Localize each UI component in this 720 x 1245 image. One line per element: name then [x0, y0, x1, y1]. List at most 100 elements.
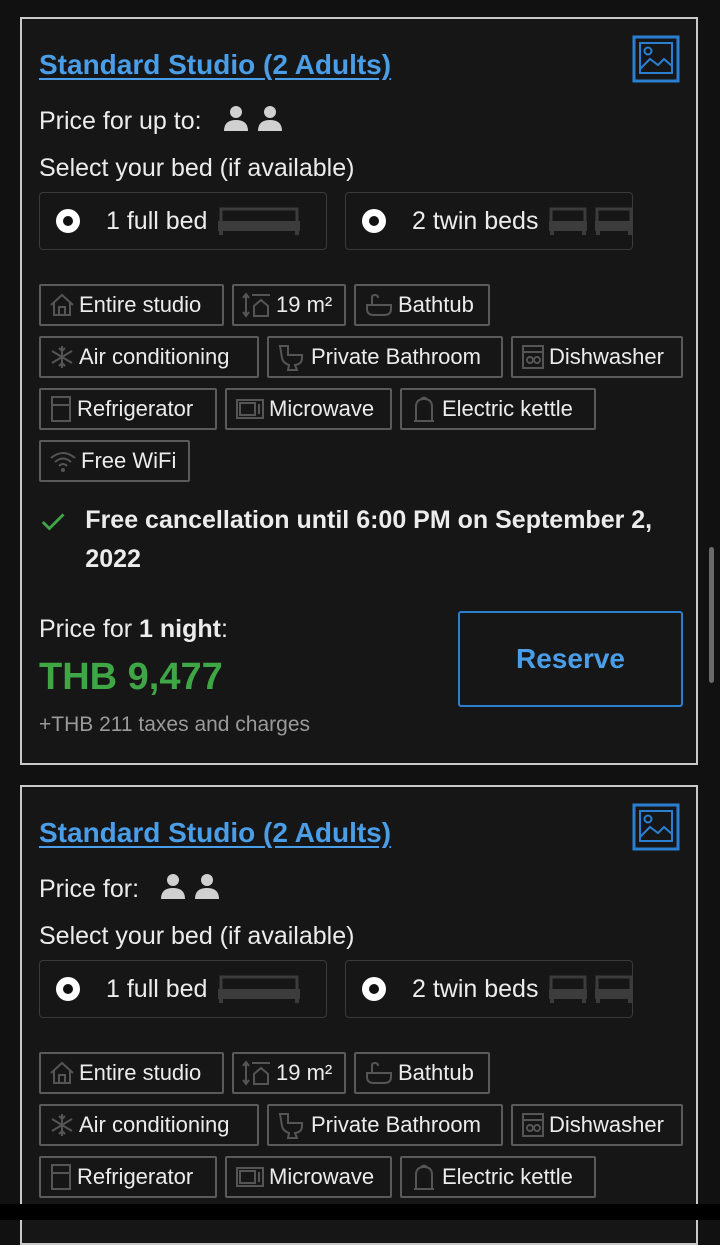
facility-chip: Electric kettle	[400, 1156, 596, 1198]
facility-label: Bathtub	[398, 1060, 474, 1085]
bed-option-full[interactable]: 1 full bed	[39, 960, 327, 1018]
facility-chip: Bathtub	[354, 284, 490, 326]
room-card: Standard Studio (2 Adults) Price for: Se…	[20, 785, 698, 1245]
facility-chip: Microwave	[225, 388, 392, 430]
select-bed-label: Select your bed (if available)	[39, 922, 355, 950]
radio-button[interactable]	[56, 977, 80, 1001]
person-icon	[257, 106, 282, 131]
snowflake-icon	[51, 1114, 73, 1136]
price-for-label: Price for:	[39, 875, 140, 903]
facility-chip: Free WiFi	[39, 440, 190, 482]
facility-label: Electric kettle	[442, 396, 573, 421]
facility-chip: Refrigerator	[39, 1156, 217, 1198]
fridge-icon	[51, 1164, 71, 1190]
facility-label: Microwave	[269, 1164, 375, 1189]
facility-label: Air conditioning	[79, 1112, 230, 1137]
facility-label: Electric kettle	[442, 1164, 573, 1189]
toilet-icon	[278, 345, 303, 371]
kettle-icon	[414, 396, 434, 422]
radio-button[interactable]	[56, 209, 80, 233]
facility-chip: Entire studio	[39, 1052, 224, 1094]
room-size-icon	[242, 1060, 270, 1086]
bed-option-twin[interactable]: 2 twin beds	[345, 960, 634, 1018]
bed-option-label: 1 full bed	[106, 206, 208, 235]
facility-chip: Microwave	[225, 1156, 392, 1198]
occupancy-row: Price for:	[39, 873, 220, 904]
facility-label: Dishwasher	[549, 1112, 664, 1137]
max-persons	[160, 873, 220, 899]
bed-option-label: 2 twin beds	[412, 974, 539, 1003]
bed-option-twin[interactable]: 2 twin beds	[345, 192, 634, 250]
person-icon	[194, 874, 219, 899]
scrollbar[interactable]	[709, 547, 714, 683]
photo-gallery-icon[interactable]	[632, 35, 680, 83]
facility-chip: Private Bathroom	[267, 1104, 503, 1146]
bed-option-full[interactable]: 1 full bed	[39, 192, 327, 250]
room-title-link[interactable]: Standard Studio (2 Adults)	[39, 49, 391, 81]
radio-button[interactable]	[362, 209, 386, 233]
facility-label: Refrigerator	[77, 396, 194, 421]
select-bed-label: Select your bed (if available)	[39, 154, 355, 182]
bed-option-label: 2 twin beds	[412, 206, 539, 235]
room-size-icon	[242, 292, 270, 318]
dishwasher-icon	[522, 1113, 544, 1137]
microwave-icon	[236, 1167, 264, 1187]
double-bed-icon	[217, 975, 301, 1003]
facility-label: 19 m²	[276, 1060, 333, 1085]
house-icon	[50, 1061, 74, 1084]
wifi-icon	[50, 452, 76, 472]
facility-chip: Private Bathroom	[267, 336, 503, 378]
facility-label: Private Bathroom	[311, 344, 481, 369]
max-persons	[223, 105, 283, 131]
facility-chip: Electric kettle	[400, 388, 596, 430]
occupancy-row: Price for up to:	[39, 105, 283, 136]
person-icon	[160, 874, 185, 899]
reserve-button[interactable]: Reserve	[458, 611, 683, 707]
free-cancellation: Free cancellation until 6:00 PM on Septe…	[39, 501, 679, 579]
cancellation-text: Free cancellation until 6:00 PM on Septe…	[85, 506, 653, 573]
dishwasher-icon	[522, 345, 544, 369]
room-title-link[interactable]: Standard Studio (2 Adults)	[39, 817, 391, 849]
bathtub-icon	[366, 1061, 392, 1084]
microwave-icon	[236, 399, 264, 419]
facility-chip: 19 m²	[232, 284, 346, 326]
facility-chip: Dishwasher	[511, 1104, 683, 1146]
nights-count: 1 night	[139, 615, 221, 643]
toilet-icon	[278, 1113, 303, 1139]
facility-chip: Dishwasher	[511, 336, 683, 378]
house-icon	[50, 293, 74, 316]
photo-gallery-icon[interactable]	[632, 803, 680, 851]
price-for-label: Price for up to:	[39, 107, 202, 135]
facility-label: Private Bathroom	[311, 1112, 481, 1137]
bed-option-label: 1 full bed	[106, 974, 208, 1003]
bathtub-icon	[366, 293, 392, 316]
facility-label: Entire studio	[79, 292, 202, 317]
facility-chip: Bathtub	[354, 1052, 490, 1094]
bottom-bar	[0, 1204, 720, 1220]
facility-chip: 19 m²	[232, 1052, 346, 1094]
twin-bed-icon	[548, 975, 634, 1003]
taxes-charges: +THB 211 taxes and charges	[39, 713, 311, 736]
kettle-icon	[414, 1164, 434, 1190]
total-price: THB 9,477	[39, 656, 223, 698]
room-card: Standard Studio (2 Adults) Price for up …	[20, 17, 698, 765]
facility-label: Refrigerator	[77, 1164, 194, 1189]
facility-chip: Air conditioning	[39, 1104, 259, 1146]
facility-label: Bathtub	[398, 292, 474, 317]
double-bed-icon	[217, 207, 301, 235]
twin-bed-icon	[548, 207, 634, 235]
facility-label: Microwave	[269, 396, 375, 421]
price-for-nights: Price for 1 night:	[39, 615, 228, 644]
checkmark-icon	[41, 513, 65, 531]
radio-button[interactable]	[362, 977, 386, 1001]
facility-label: Dishwasher	[549, 344, 664, 369]
snowflake-icon	[51, 346, 73, 368]
facility-chip: Refrigerator	[39, 388, 217, 430]
fridge-icon	[51, 396, 71, 422]
facility-label: Air conditioning	[79, 344, 230, 369]
facility-chip: Air conditioning	[39, 336, 259, 378]
price-label-prefix: Price for	[39, 615, 140, 643]
facility-label: Entire studio	[79, 1060, 202, 1085]
price-label-suffix: :	[220, 615, 228, 643]
facility-label: Free WiFi	[81, 448, 177, 473]
